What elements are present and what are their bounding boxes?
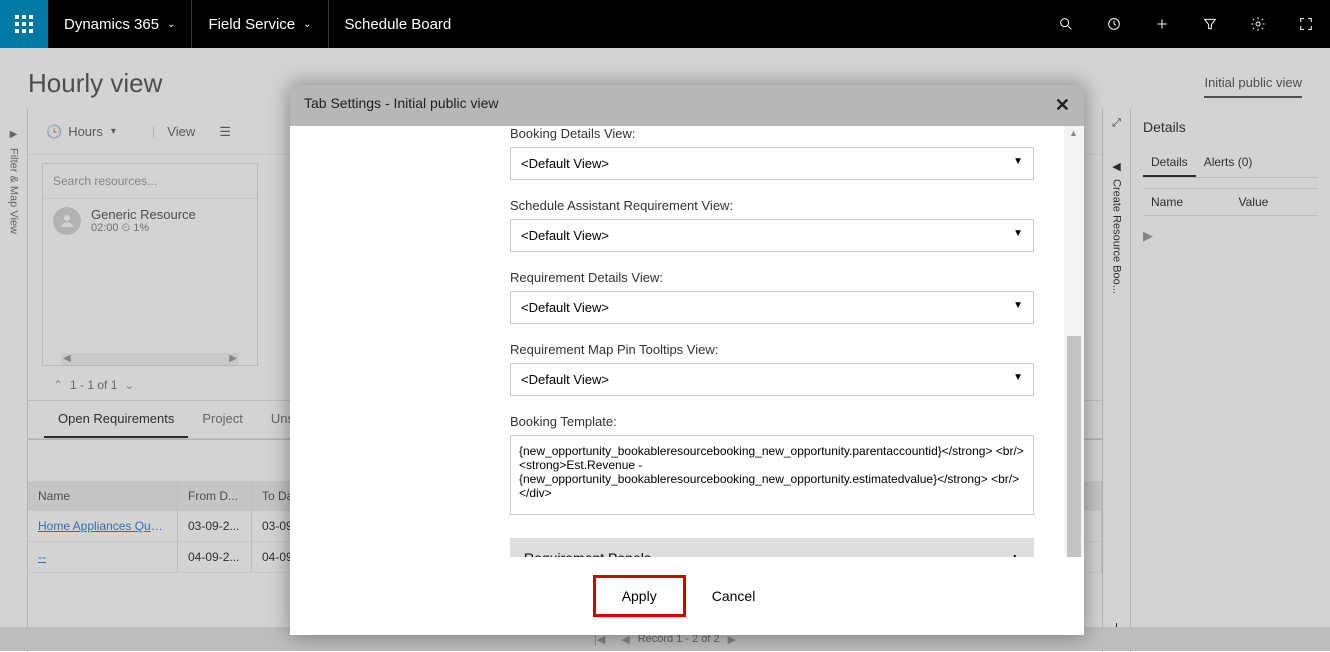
select-value: <Default View> xyxy=(521,300,609,315)
modal-scrollbar[interactable]: ▲ xyxy=(1064,126,1084,557)
requirement-panels-label: Requirement Panels xyxy=(524,550,651,557)
brand-dropdown[interactable]: Dynamics 365 ⌄ xyxy=(48,0,192,48)
caret-down-icon: ▼ xyxy=(1013,372,1023,387)
select-value: <Default View> xyxy=(521,228,609,243)
requirement-panels-section[interactable]: Requirement Panels + xyxy=(510,538,1034,557)
add-icon[interactable] xyxy=(1138,0,1186,48)
tab-settings-dialog: Tab Settings - Initial public view ✕ Boo… xyxy=(290,85,1084,635)
field-label-schedule-assistant: Schedule Assistant Requirement View: xyxy=(510,198,1034,213)
recent-icon[interactable] xyxy=(1090,0,1138,48)
app-launcher-button[interactable] xyxy=(0,0,48,48)
filter-icon[interactable] xyxy=(1186,0,1234,48)
field-label-map-pin: Requirement Map Pin Tooltips View: xyxy=(510,342,1034,357)
fullscreen-icon[interactable] xyxy=(1282,0,1330,48)
field-label-requirement-details: Requirement Details View: xyxy=(510,270,1034,285)
field-label-booking-template: Booking Template: xyxy=(510,414,1034,429)
close-icon[interactable]: ✕ xyxy=(1055,95,1070,116)
caret-down-icon: ▼ xyxy=(1013,228,1023,243)
requirement-details-select[interactable]: <Default View> ▼ xyxy=(510,291,1034,324)
schedule-assistant-select[interactable]: <Default View> ▼ xyxy=(510,219,1034,252)
caret-down-icon: ▼ xyxy=(1013,156,1023,171)
app-label: Field Service xyxy=(208,16,295,33)
caret-down-icon: ▼ xyxy=(1013,300,1023,315)
brand-label: Dynamics 365 xyxy=(64,16,159,33)
select-value: <Default View> xyxy=(521,156,609,171)
field-label-booking-details: Booking Details View: xyxy=(510,126,1034,141)
add-panel-icon[interactable]: + xyxy=(1009,550,1020,557)
global-nav: Dynamics 365 ⌄ Field Service ⌄ Schedule Bo… xyxy=(0,0,1330,48)
chevron-down-icon: ⌄ xyxy=(303,19,311,30)
select-value: <Default View> xyxy=(521,372,609,387)
page-label: Schedule Board xyxy=(329,0,468,48)
map-pin-select[interactable]: <Default View> ▼ xyxy=(510,363,1034,396)
app-dropdown[interactable]: Field Service ⌄ xyxy=(192,0,328,48)
dialog-title: Tab Settings - Initial public view xyxy=(304,95,499,116)
gear-icon[interactable] xyxy=(1234,0,1282,48)
search-icon[interactable] xyxy=(1042,0,1090,48)
booking-details-select[interactable]: <Default View> ▼ xyxy=(510,147,1034,180)
chevron-down-icon: ⌄ xyxy=(167,19,175,30)
booking-template-textarea[interactable] xyxy=(510,435,1034,515)
apply-button[interactable]: Apply xyxy=(596,578,683,614)
cancel-button[interactable]: Cancel xyxy=(686,575,782,617)
